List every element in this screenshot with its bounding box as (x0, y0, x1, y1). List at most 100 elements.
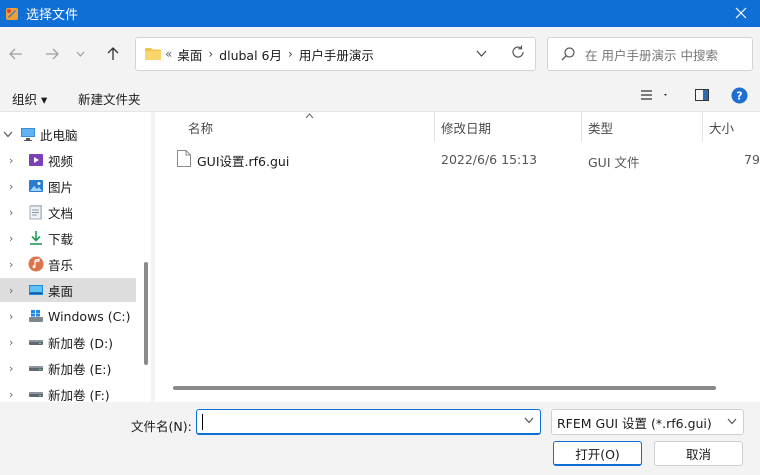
nav-item-drive-e[interactable]: › 新加卷 (E:) (0, 356, 136, 380)
column-divider[interactable] (581, 112, 582, 142)
chevron-down-icon[interactable] (727, 415, 737, 428)
help-button[interactable]: ? (731, 87, 748, 107)
drive-icon (29, 340, 43, 345)
close-button[interactable] (728, 2, 754, 24)
file-row[interactable]: GUI设置.rf6.gui 2022/6/6 15:13 GUI 文件 79 (155, 147, 760, 171)
forward-button[interactable] (40, 42, 64, 66)
file-date: 2022/6/6 15:13 (441, 152, 538, 167)
arrow-right-icon (46, 48, 59, 60)
svg-text:?: ? (736, 90, 742, 103)
chevron-down-icon (476, 50, 487, 57)
chevron-right-icon[interactable]: › (9, 206, 13, 219)
breadcrumb-desktop[interactable]: 桌面 (177, 45, 202, 64)
pictures-icon (29, 180, 43, 192)
arrow-up-icon (107, 47, 119, 60)
horizontal-scrollbar[interactable] (173, 386, 716, 390)
column-divider[interactable] (434, 112, 435, 142)
file-type-filter[interactable]: RFEM GUI 设置 (*.rf6.gui) (551, 409, 744, 435)
file-type-filter-value: RFEM GUI 设置 (*.rf6.gui) (557, 415, 712, 431)
chevron-down-icon[interactable] (3, 128, 13, 141)
nav-label: 新加卷 (F:) (48, 387, 110, 403)
chevron-right-icon[interactable]: › (9, 336, 13, 349)
chevron-right-icon[interactable]: › (9, 362, 13, 375)
chevron-down-icon (76, 51, 84, 57)
chevron-right-icon[interactable]: › (9, 310, 13, 323)
nav-item-documents[interactable]: › 文档 (0, 200, 136, 224)
desktop-icon (29, 285, 43, 295)
nav-label: 视频 (48, 153, 74, 169)
refresh-button[interactable] (511, 45, 525, 63)
chevron-right-icon[interactable]: › (9, 180, 13, 193)
filename-label: 文件名(N): (131, 419, 192, 434)
search-box[interactable]: 在 用户手册演示 中搜索 (547, 37, 753, 71)
search-input[interactable]: 在 用户手册演示 中搜索 (585, 45, 718, 64)
recent-locations-button[interactable] (72, 42, 88, 66)
chevron-right-icon[interactable]: › (208, 47, 213, 61)
breadcrumb-dlubal[interactable]: dlubal 6月 (219, 45, 282, 64)
file-type: GUI 文件 (588, 155, 640, 170)
file-list[interactable]: 名称 修改日期 类型 大小 GUI设置.rf6.gui 2022/6/6 15:… (155, 112, 760, 402)
nav-label: Windows (C:) (48, 308, 131, 324)
filename-history-button[interactable] (524, 414, 534, 427)
nav-item-music[interactable]: › 音乐 (0, 252, 136, 276)
chevron-right-icon[interactable]: › (9, 284, 13, 297)
refresh-icon (512, 45, 524, 58)
address-bar[interactable]: « 桌面 › dlubal 6月 › 用户手册演示 (135, 37, 536, 71)
breadcrumb-manual-demo[interactable]: 用户手册演示 (299, 45, 374, 64)
view-options-button[interactable] (639, 87, 669, 106)
up-button[interactable] (101, 42, 125, 66)
music-icon (28, 256, 44, 272)
title-bar: 选择文件 (0, 0, 760, 27)
documents-icon (29, 205, 42, 220)
filename-input[interactable] (196, 409, 541, 435)
column-header-name[interactable]: 名称 (188, 112, 213, 142)
nav-item-pictures[interactable]: › 图片 (0, 174, 136, 198)
chevron-right-icon[interactable]: › (9, 388, 13, 401)
column-header-date[interactable]: 修改日期 (441, 112, 491, 142)
nav-item-drive-d[interactable]: › 新加卷 (D:) (0, 330, 136, 354)
drive-icon (29, 366, 43, 371)
nav-item-downloads[interactable]: › 下载 (0, 226, 136, 250)
cancel-button[interactable]: 取消 (654, 441, 743, 466)
help-icon: ? (731, 87, 748, 104)
preview-pane-icon (695, 89, 709, 101)
open-button[interactable]: 打开(O) (553, 441, 642, 466)
nav-item-drive-f[interactable]: › 新加卷 (F:) (0, 382, 136, 403)
nav-label: 下载 (48, 231, 74, 247)
file-size: 79 (744, 152, 760, 167)
nav-item-this-pc[interactable]: 此电脑 (0, 122, 136, 146)
nav-label: 此电脑 (40, 127, 78, 143)
command-bar: 组织 ▾ 新建文件夹 ? (0, 81, 760, 112)
text-caret (202, 414, 203, 430)
chevron-right-icon[interactable]: › (9, 154, 13, 167)
chevron-right-icon[interactable]: › (9, 232, 13, 245)
download-icon (30, 231, 42, 245)
folder-icon (145, 48, 161, 60)
organize-button[interactable]: 组织 ▾ (12, 89, 47, 108)
list-view-icon (641, 90, 667, 100)
nav-item-windows-c[interactable]: › Windows (C:) (0, 304, 136, 328)
file-name[interactable]: GUI设置.rf6.gui (197, 151, 289, 170)
preview-pane-button[interactable] (694, 87, 710, 106)
nav-item-videos[interactable]: › 视频 (0, 148, 136, 172)
nav-scrollbar[interactable] (144, 262, 148, 365)
new-folder-button[interactable]: 新建文件夹 (78, 89, 141, 108)
sort-ascending-icon (305, 112, 314, 122)
breadcrumb-overflow[interactable]: « (165, 47, 172, 61)
app-icon (6, 7, 18, 20)
close-icon (735, 7, 747, 19)
column-divider[interactable] (702, 112, 703, 142)
navigation-pane[interactable]: 此电脑 › 视频 › 图片 › 文档 › 下载 › 音乐 › 桌面 › Wind… (0, 112, 151, 402)
nav-label: 新加卷 (E:) (48, 361, 112, 377)
window-title: 选择文件 (26, 8, 79, 23)
chevron-right-icon[interactable]: › (9, 258, 13, 271)
address-row: « 桌面 › dlubal 6月 › 用户手册演示 在 用户手册演示 中搜索 (0, 27, 760, 81)
column-header-size[interactable]: 大小 (709, 112, 734, 142)
address-history-button[interactable] (476, 46, 487, 60)
chevron-right-icon[interactable]: › (288, 47, 293, 61)
nav-item-desktop[interactable]: › 桌面 (0, 278, 136, 302)
back-button[interactable] (4, 42, 28, 66)
column-header-type[interactable]: 类型 (588, 112, 613, 142)
file-icon (177, 150, 191, 167)
nav-label: 桌面 (48, 283, 74, 299)
